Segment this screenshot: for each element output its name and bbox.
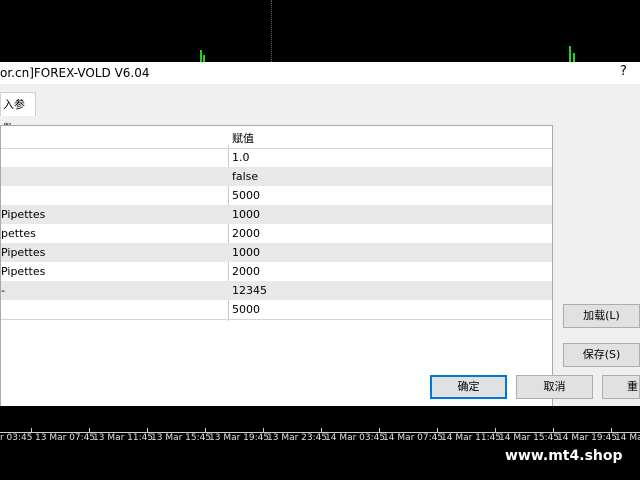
table-row[interactable]: Pipettes 2000 — [1, 262, 552, 281]
chart-area-top — [0, 0, 640, 62]
table-row[interactable]: pettes 2000 — [1, 224, 552, 243]
reset-button[interactable]: 重 — [602, 375, 640, 399]
row-value[interactable]: false — [232, 170, 258, 183]
table-row[interactable]: 1.0 — [1, 148, 552, 167]
cancel-button[interactable]: 取消 — [516, 375, 593, 399]
help-button[interactable]: ? — [620, 64, 627, 79]
table-row[interactable]: 5000 — [1, 186, 552, 205]
axis-tick-label: 13 Mar 15:45 — [151, 433, 212, 443]
row-name: Pipettes — [1, 208, 46, 221]
axis-tick-label: 14 Mar 07:45 — [383, 433, 444, 443]
chart-grid-line — [271, 0, 272, 62]
row-value[interactable]: 1.0 — [232, 151, 250, 164]
chart-candle — [569, 46, 571, 62]
axis-tick-label: 13 Mar 11:45 — [93, 433, 154, 443]
header-value: 赋值 — [232, 132, 254, 145]
chart-candle — [203, 55, 205, 62]
save-button[interactable]: 保存(S) — [563, 343, 640, 367]
table-row[interactable]: 5000 — [1, 300, 552, 319]
axis-tick-label: 14 Mar 03:45 — [325, 433, 386, 443]
row-value[interactable]: 1000 — [232, 246, 260, 259]
chart-time-axis: r 03:45 13 Mar 07:45 13 Mar 11:45 13 Mar… — [0, 406, 640, 480]
row-value[interactable]: 2000 — [232, 227, 260, 240]
row-value[interactable]: 1000 — [232, 208, 260, 221]
row-value[interactable]: 5000 — [232, 303, 260, 316]
row-name: - — [1, 284, 5, 297]
table-row[interactable]: Pipettes 1000 — [1, 243, 552, 262]
ea-settings-dialog: or.cn]FOREX-VOLD V6.04 ? 入参数 赋值 1.0 fals… — [0, 62, 640, 432]
tab-inputs[interactable]: 入参数 — [0, 92, 36, 135]
table-row[interactable]: Pipettes 1000 — [1, 205, 552, 224]
axis-tick-label: 13 Mar 23:45 — [267, 433, 328, 443]
row-name: Pipettes — [1, 246, 46, 259]
axis-tick-label: 14 Mar 11:45 — [441, 433, 502, 443]
row-divider — [1, 148, 552, 149]
load-button[interactable]: 加载(L) — [563, 304, 640, 328]
table-row[interactable]: - 12345 — [1, 281, 552, 300]
row-value[interactable]: 12345 — [232, 284, 267, 297]
table-row[interactable]: false — [1, 167, 552, 186]
chart-candle — [200, 50, 202, 62]
table-header: 赋值 — [1, 126, 552, 145]
dialog-titlebar[interactable]: or.cn]FOREX-VOLD V6.04 ? — [0, 62, 640, 84]
row-value[interactable]: 2000 — [232, 265, 260, 278]
chart-candle — [573, 53, 575, 62]
row-divider — [1, 319, 552, 320]
row-name: pettes — [1, 227, 36, 240]
ok-button[interactable]: 确定 — [430, 375, 507, 399]
axis-tick-label: 13 Mar 19:45 — [209, 433, 270, 443]
axis-tick-label: r 03:45 — [0, 433, 33, 443]
axis-tick-label: 13 Mar 07:45 — [35, 433, 96, 443]
dialog-title: or.cn]FOREX-VOLD V6.04 — [0, 66, 150, 80]
row-value[interactable]: 5000 — [232, 189, 260, 202]
row-name: Pipettes — [1, 265, 46, 278]
watermark: www.mt4.shop — [496, 442, 640, 480]
